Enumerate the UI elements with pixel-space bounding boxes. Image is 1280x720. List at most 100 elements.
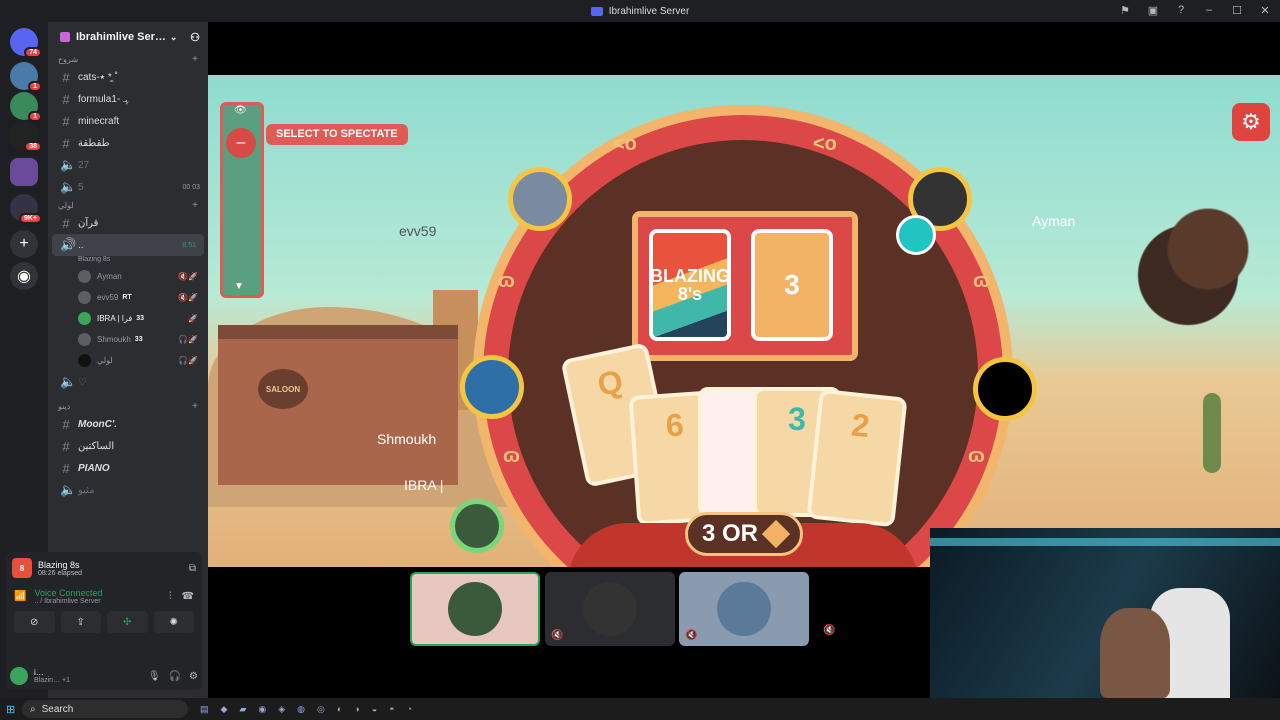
channel-label: 5 <box>78 181 84 193</box>
server-icon[interactable]: 38 <box>10 122 42 152</box>
participant-tile[interactable]: 🔇 <box>545 572 675 646</box>
channel-minecraft[interactable]: # minecraft <box>48 110 208 132</box>
voice-user[interactable]: IBRA | فرا 33 🚀 <box>48 308 208 329</box>
voice-path: .. / Ibrahimlive Server <box>34 598 101 605</box>
user-name: i… <box>34 668 44 677</box>
voice-channel-active[interactable]: 🔊.. 8:51 <box>52 234 204 256</box>
headphones-icon[interactable]: 🎧 <box>169 671 181 682</box>
invite-icon[interactable]: ⚇ <box>190 31 200 44</box>
direction-arrow-icon: <o <box>613 133 637 155</box>
game-viewport[interactable]: SALOON <o <o ɷ ɷ ɷ ɷ BLAZING 8's 3 Q 6 3… <box>208 75 1280 567</box>
voice-status[interactable]: Voice Connected <box>34 588 102 598</box>
participant-tile[interactable]: 🔇 <box>679 572 809 646</box>
add-channel-icon[interactable]: + <box>192 54 198 65</box>
server-icon-active[interactable] <box>10 158 38 186</box>
channel-label: cats-٭ * ͚˚ <box>78 71 118 83</box>
mic-icon[interactable]: 🎙 <box>148 671 161 682</box>
app-icon[interactable]: ◓ <box>389 704 394 715</box>
search-icon: ⌕ <box>30 703 36 715</box>
gear-icon[interactable]: ⚙ <box>189 671 198 682</box>
draw-deck[interactable]: BLAZING 8's <box>649 229 731 341</box>
close-button[interactable]: ✕ <box>1258 3 1272 17</box>
channel-label: قرآن <box>78 217 99 229</box>
discord-icon[interactable]: ◐ <box>337 704 342 715</box>
chrome-icon[interactable]: ◒ <box>372 704 377 715</box>
screen-share-button[interactable]: ⇪ <box>60 611 101 633</box>
mention-badge: 1 <box>28 81 42 92</box>
app-icon[interactable]: ◑ <box>354 704 359 715</box>
server-icon[interactable]: 1 <box>10 92 42 122</box>
windows-start-icon[interactable]: ⊞ <box>6 703 15 716</box>
popout-icon[interactable]: ⧉ <box>189 563 196 574</box>
add-channel-icon[interactable]: + <box>192 200 198 211</box>
voice-connection: 📶 Voice Connected .. / Ibrahimlive Serve… <box>6 584 202 609</box>
taskbar-search[interactable]: ⌕ Search <box>22 700 188 718</box>
windows-taskbar: ⊞ ⌕ Search ▤ ◆ ▰ ◉ ◈ ◍ ◎ ◐ ◑ ◒ ◓ ◔ <box>0 698 1280 720</box>
player-avatar-evv59[interactable] <box>508 167 572 231</box>
app-icon[interactable]: ◉ <box>258 704 266 715</box>
settings-button[interactable]: ⚙ <box>1232 103 1270 141</box>
cactus-icon <box>1203 393 1221 473</box>
discard-pile: 3 <box>751 229 833 341</box>
channel-label: ♡ <box>78 376 87 388</box>
channel-piano[interactable]: # PIANO <box>48 457 208 479</box>
app-icon[interactable]: ◈ <box>278 704 285 715</box>
app-icon[interactable]: ◆ <box>221 704 228 715</box>
participant-tile[interactable] <box>410 572 540 646</box>
channel-cats[interactable]: # cats-٭ * ͚˚ <box>48 66 208 88</box>
voice-user[interactable]: evv59 RT 🔇🚀 <box>48 287 208 308</box>
edge-icon[interactable]: ◍ <box>297 704 305 715</box>
server-icon[interactable]: 9K+ <box>10 194 42 224</box>
voice-channel-27[interactable]: 🔈 27 <box>48 154 208 176</box>
avatar[interactable] <box>10 667 28 685</box>
explorer-icon[interactable]: ▰ <box>239 704 246 715</box>
minimize-button[interactable]: – <box>1202 3 1216 17</box>
category-header[interactable]: لولي + <box>48 198 208 212</box>
discover-icon[interactable]: ◉ <box>10 262 38 290</box>
voice-channel-5[interactable]: 🔈 5 00 03 <box>48 176 208 198</box>
channel-arabic[interactable]: # طقطقة <box>48 132 208 154</box>
task-view-icon[interactable]: ▤ <box>200 704 209 715</box>
add-server-icon[interactable]: + <box>10 230 38 258</box>
player-name: IBRA | <box>404 477 444 493</box>
avatar <box>78 333 91 346</box>
voice-user[interactable]: Shmoukh 33 🎧🚀 <box>48 329 208 350</box>
voice-channel-heart[interactable]: 🔈 ♡ <box>48 371 208 393</box>
avatar <box>717 582 771 636</box>
channel-moon[interactable]: # MoonC'. <box>48 413 208 435</box>
player-avatar-shmoukh[interactable] <box>460 355 524 419</box>
category-header[interactable]: شروح + <box>48 52 208 66</box>
inbox-icon[interactable]: ⚑ <box>1118 3 1132 17</box>
player-avatar-ibra[interactable] <box>450 499 504 553</box>
channel-arabic2[interactable]: # الساكتين <box>48 435 208 457</box>
noise-suppression-icon[interactable]: ⫶ <box>169 591 172 602</box>
home-button[interactable]: 74 <box>10 28 42 58</box>
add-channel-icon[interactable]: + <box>192 401 198 412</box>
led-strip <box>930 538 1280 546</box>
camera-button[interactable]: ⊘ <box>14 611 55 633</box>
disconnect-icon[interactable]: ☎ <box>182 591 194 602</box>
voice-user[interactable]: Ayman 🔇🚀 <box>48 266 208 287</box>
activity-button[interactable]: ✣ <box>107 611 148 633</box>
channel-formula[interactable]: # formula1- ﮩـ <box>48 88 208 110</box>
hand-card[interactable]: 2 <box>806 388 908 528</box>
app-icon[interactable]: ◔ <box>407 704 412 715</box>
category-header[interactable]: دينو + <box>48 399 208 413</box>
spectate-toggle-button[interactable]: – <box>226 128 256 158</box>
soundboard-button[interactable]: ✺ <box>153 611 194 633</box>
muted-icon: 🔇 <box>823 625 836 636</box>
voice-channel-arabic3[interactable]: 🔈 مثيو <box>48 479 208 501</box>
signal-icon: 📶 <box>14 591 27 602</box>
chevron-down-icon[interactable]: ▼ <box>234 281 244 292</box>
stream-icon[interactable]: ▣ <box>1146 3 1160 17</box>
server-icon[interactable]: 1 <box>10 62 42 92</box>
help-icon[interactable]: ? <box>1174 3 1188 17</box>
channel-quran[interactable]: # قرآن <box>48 212 208 234</box>
app-icon[interactable]: ◎ <box>317 704 325 715</box>
player-avatar-right[interactable] <box>973 357 1037 421</box>
server-header[interactable]: Ibrahimlive Ser… ⌄ ⚇ <box>48 22 208 52</box>
voice-user[interactable]: لولي 🎧🚀 <box>48 350 208 371</box>
user-status: Blazin… +1 <box>34 677 71 684</box>
user-tag: 33 <box>134 336 143 343</box>
maximize-button[interactable]: ☐ <box>1230 3 1244 17</box>
